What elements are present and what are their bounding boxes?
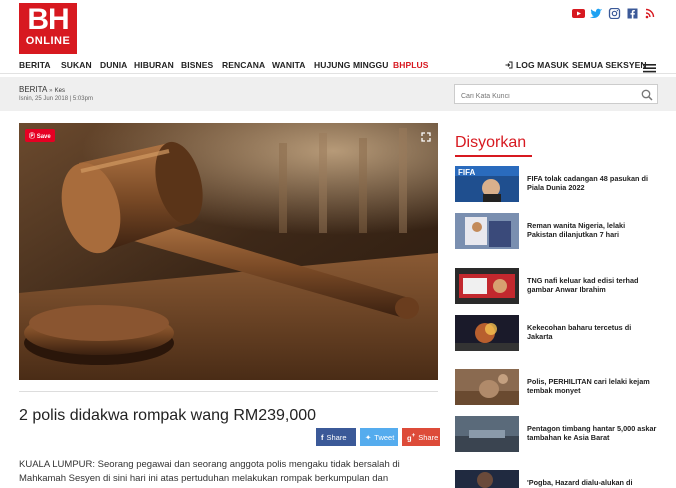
pinterest-save-button[interactable]: Ⓟ Save: [25, 129, 55, 142]
nav-item-bhplus[interactable]: BHPLUS: [393, 60, 429, 70]
facebook-icon[interactable]: [626, 6, 639, 19]
facebook-f-icon: f: [321, 432, 324, 442]
search-input[interactable]: [455, 87, 635, 106]
rss-icon[interactable]: [644, 6, 657, 19]
all-sections-label[interactable]: SEMUA SEKSYEN: [572, 60, 647, 70]
share-buttons: f Share ✦ Tweet g+ Share: [316, 428, 440, 446]
recommended-thumbnail: [455, 470, 519, 488]
search-icon[interactable]: [641, 88, 653, 106]
recommended-item[interactable]: Pentagon timbang hantar 5,000 askar tamb…: [455, 416, 660, 452]
social-links: [572, 6, 657, 20]
recommended-title: FIFA tolak cadangan 48 pasukan di Piala …: [527, 174, 648, 192]
nav-item-dunia[interactable]: DUNIA: [100, 60, 127, 70]
breadcrumb-section[interactable]: BERITA: [19, 85, 47, 94]
article-date: Isnin, 25 Jun 2018 | 5:03pm: [19, 96, 93, 102]
twitter-tweet-label: Tweet: [374, 432, 395, 442]
twitter-icon[interactable]: [590, 6, 603, 18]
site-header: BH ONLINE BERITA SUKAN DUNIA HIBURAN BIS…: [0, 0, 676, 74]
pinterest-icon: Ⓟ: [29, 134, 36, 140]
sidebar-title-underline: [455, 155, 532, 157]
recommended-item[interactable]: TNG nafi keluar kad edisi terhad gambar …: [455, 268, 660, 304]
facebook-share-label: Share: [326, 432, 347, 442]
recommended-item[interactable]: 'Pogba, Hazard dialu-alukan di: [455, 470, 660, 488]
login-icon: [505, 61, 513, 69]
googleplus-share-button[interactable]: g+ Share: [402, 428, 440, 446]
nav-item-bisnes[interactable]: BISNES: [181, 60, 213, 70]
recommended-item[interactable]: Polis, PERHILITAN cari lelaki kejam temb…: [455, 369, 660, 405]
recommended-title: Pentagon timbang hantar 5,000 askar tamb…: [527, 424, 657, 442]
logo-online-text: ONLINE: [25, 35, 71, 47]
googleplus-share-label: Share: [418, 432, 439, 442]
recommended-title: Polis, PERHILITAN cari lelaki kejam temb…: [527, 377, 650, 395]
nav-item-sukan[interactable]: SUKAN: [61, 60, 92, 70]
bh-online-logo[interactable]: BH ONLINE: [19, 3, 77, 54]
divider: [19, 391, 438, 392]
recommended-item[interactable]: FIFA FIFA tolak cadangan 48 pasukan di P…: [455, 166, 660, 202]
facebook-share-button[interactable]: f Share: [316, 428, 356, 446]
recommended-thumbnail: [455, 268, 519, 304]
recommended-thumbnail: [455, 369, 519, 405]
login-label: LOG MASUK: [516, 60, 569, 70]
main-nav: BERITA SUKAN DUNIA HIBURAN BISNES RENCAN…: [0, 56, 676, 74]
recommended-thumbnail: FIFA: [455, 166, 519, 202]
save-label: Save: [36, 134, 51, 140]
login-link[interactable]: LOG MASUK: [505, 60, 569, 70]
recommended-title: Kekecohan baharu tercetus di Jakarta: [527, 323, 632, 341]
googleplus-icon: g+: [407, 431, 416, 443]
logo-bh-text: BH: [27, 3, 69, 36]
instagram-icon[interactable]: [608, 6, 621, 20]
recommended-title: Reman wanita Nigeria, lelaki Pakistan di…: [527, 221, 626, 239]
recommended-thumbnail: [455, 416, 519, 452]
twitter-tweet-button[interactable]: ✦ Tweet: [360, 428, 398, 446]
nav-item-rencana[interactable]: RENCANA: [222, 60, 265, 70]
breadcrumb-separator: »: [49, 88, 53, 94]
hamburger-menu-icon[interactable]: [643, 60, 656, 78]
nav-item-hiburan[interactable]: HIBURAN: [134, 60, 174, 70]
recommended-item[interactable]: Reman wanita Nigeria, lelaki Pakistan di…: [455, 213, 660, 249]
youtube-icon[interactable]: [572, 6, 585, 18]
recommended-title: TNG nafi keluar kad edisi terhad gambar …: [527, 276, 639, 294]
nav-item-wanita[interactable]: WANITA: [272, 60, 306, 70]
recommended-thumbnail: [455, 213, 519, 249]
recommended-title: 'Pogba, Hazard dialu-alukan di: [527, 478, 633, 487]
article-title: 2 polis didakwa rompak wang RM239,000: [19, 407, 317, 424]
twitter-bird-icon: ✦: [365, 432, 372, 442]
sidebar-title: Disyorkan: [455, 134, 527, 151]
nav-item-berita[interactable]: BERITA: [19, 60, 51, 70]
search-box: [454, 84, 658, 106]
breadcrumb: BERITA » Kes: [19, 85, 65, 94]
article-hero-image: Ⓟ Save: [19, 123, 438, 380]
svg-text:FIFA: FIFA: [458, 168, 476, 177]
recommended-thumbnail: [455, 315, 519, 351]
nav-item-hujung-minggu[interactable]: HUJUNG MINGGU: [314, 60, 389, 70]
article-body: KUALA LUMPUR: Seorang pegawai dan seoran…: [19, 459, 400, 484]
recommended-item[interactable]: Kekecohan baharu tercetus di Jakarta: [455, 315, 660, 351]
gavel-photo: [19, 123, 438, 380]
breadcrumb-sub[interactable]: Kes: [55, 88, 65, 94]
fullscreen-icon[interactable]: [421, 129, 431, 147]
